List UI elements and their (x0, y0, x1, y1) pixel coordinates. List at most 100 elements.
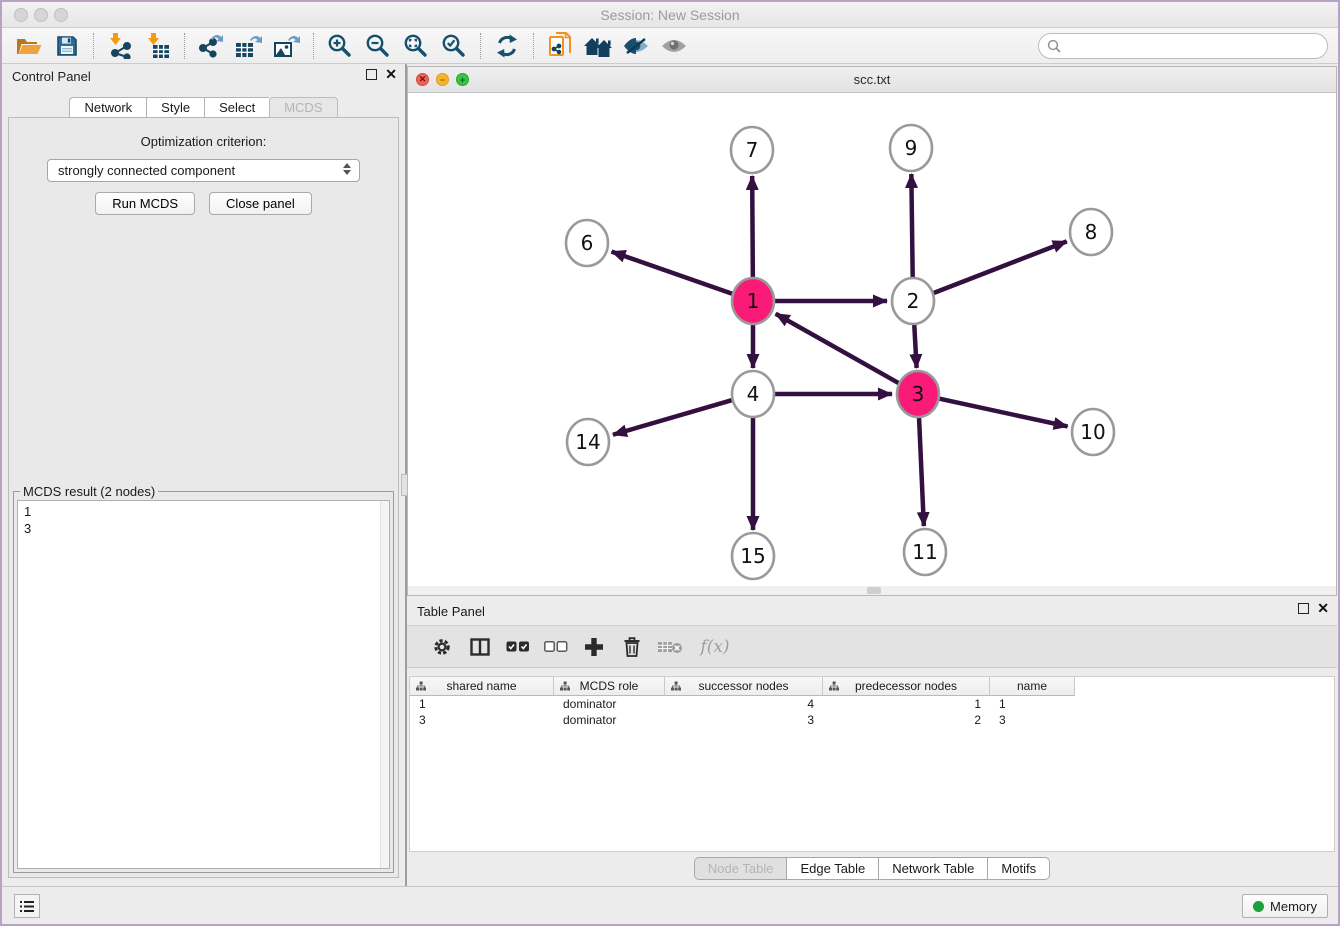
column-header-shared-name[interactable]: shared name (410, 677, 554, 696)
export-table-icon[interactable] (230, 31, 268, 61)
tab-network-table[interactable]: Network Table (878, 857, 987, 880)
edge-3-11[interactable] (919, 413, 924, 526)
column-header-successor-nodes[interactable]: successor nodes (665, 677, 823, 696)
import-table-icon[interactable] (139, 31, 177, 61)
node-label-9: 9 (905, 136, 918, 160)
edge-2-9[interactable] (911, 174, 912, 282)
run-mcds-button[interactable]: Run MCDS (95, 192, 195, 215)
network-window-title: scc.txt (408, 72, 1336, 87)
zoom-fit-icon[interactable] (397, 31, 435, 61)
table-settings-icon[interactable] (423, 631, 461, 663)
search-icon (1047, 39, 1061, 53)
edge-1-6[interactable] (612, 252, 736, 295)
node-label-4: 4 (747, 382, 760, 406)
edge-2-3[interactable] (914, 320, 917, 368)
refresh-view-icon[interactable] (488, 31, 526, 61)
deselect-all-checkboxes-icon[interactable] (537, 631, 575, 663)
edge-1-7[interactable] (752, 176, 753, 282)
import-network-icon[interactable] (101, 31, 139, 61)
add-column-icon[interactable] (575, 631, 613, 663)
edge-4-14[interactable] (613, 399, 735, 434)
table-panel-float-icon[interactable] (1298, 603, 1309, 614)
export-image-icon[interactable] (268, 31, 306, 61)
toolbar-separator (480, 33, 481, 59)
tab-network[interactable]: Network (69, 97, 146, 118)
zoom-out-icon[interactable] (359, 31, 397, 61)
network-canvas[interactable]: 7968124314101511 (408, 94, 1336, 586)
mcds-panel: Optimization criterion: strongly connect… (8, 117, 399, 878)
delete-column-icon[interactable] (613, 631, 651, 663)
close-panel-button[interactable]: Close panel (209, 192, 312, 215)
table-row[interactable]: 1dominator411 (410, 696, 1334, 712)
column-label: shared name (446, 679, 516, 693)
optimization-criterion-label: Optimization criterion: (9, 134, 398, 149)
mcds-result-box: MCDS result (2 nodes) 1 3 (13, 491, 394, 873)
optimization-criterion-select[interactable]: strongly connected component (47, 159, 360, 182)
edge-2-8[interactable] (931, 241, 1067, 294)
show-all-icon[interactable] (655, 31, 693, 61)
node-label-14: 14 (575, 430, 600, 454)
control-panel-close-icon[interactable]: ✕ (385, 69, 397, 80)
column-header-predecessor-nodes[interactable]: predecessor nodes (823, 677, 990, 696)
clone-network-icon[interactable] (541, 31, 579, 61)
column-label: MCDS role (580, 679, 639, 693)
table-panel: Table Panel ✕ (407, 598, 1337, 886)
result-scrollbar[interactable] (380, 501, 389, 868)
task-history-button[interactable] (14, 894, 40, 918)
window-titlebar: Session: New Session (2, 2, 1338, 28)
node-label-15: 15 (740, 544, 765, 568)
toolbar-separator (313, 33, 314, 59)
home-icon[interactable] (579, 31, 617, 61)
search-input[interactable] (1066, 36, 1327, 56)
toolbar-separator (184, 33, 185, 59)
cell-predecessor-nodes: 2 (823, 712, 990, 728)
node-label-2: 2 (907, 289, 920, 313)
network-view-window: ✕ − + scc.txt 7968124314101511 (407, 66, 1337, 596)
table-header-row: shared name MCDS role successor nodesprede… (410, 677, 1334, 696)
cell-MCDS-role: dominator (554, 712, 665, 728)
export-network-icon[interactable] (192, 31, 230, 61)
cell-shared-name: 1 (410, 696, 554, 712)
control-panel-float-icon[interactable] (366, 69, 377, 80)
zoom-in-icon[interactable] (321, 31, 359, 61)
column-header-name[interactable]: name (990, 677, 1075, 696)
tab-style[interactable]: Style (146, 97, 204, 118)
edge-3-1[interactable] (776, 314, 902, 385)
save-session-icon[interactable] (48, 31, 86, 61)
application-window: Session: New Session (0, 0, 1340, 926)
tab-edge-table[interactable]: Edge Table (786, 857, 878, 880)
hide-selected-icon[interactable] (617, 31, 655, 61)
tab-node-table[interactable]: Node Table (694, 857, 787, 880)
cell-predecessor-nodes: 1 (823, 696, 990, 712)
function-builder-icon[interactable]: f(x) (689, 631, 741, 663)
memory-status-icon (1253, 901, 1264, 912)
split-view-icon[interactable] (461, 631, 499, 663)
right-area: ✕ − + scc.txt 7968124314101511 (407, 64, 1338, 886)
cell-MCDS-role: dominator (554, 696, 665, 712)
node-label-1: 1 (747, 289, 760, 313)
node-label-7: 7 (746, 138, 759, 162)
node-label-10: 10 (1080, 420, 1105, 444)
select-all-checkboxes-icon[interactable] (499, 631, 537, 663)
control-panel-title: Control Panel (12, 69, 91, 84)
delete-table-icon[interactable] (651, 631, 689, 663)
tab-motifs[interactable]: Motifs (987, 857, 1050, 880)
open-file-icon[interactable] (10, 31, 48, 61)
memory-button[interactable]: Memory (1242, 894, 1328, 918)
zoom-selected-icon[interactable] (435, 31, 473, 61)
network-hscroll-handle[interactable] (867, 587, 881, 594)
control-panel: Control Panel ✕ NetworkStyleSelectMCDS O… (2, 64, 405, 886)
table-panel-close-icon[interactable]: ✕ (1317, 603, 1329, 614)
column-type-icon (560, 681, 570, 691)
column-header-MCDS-role[interactable]: MCDS role (554, 677, 665, 696)
mcds-result-text[interactable]: 1 3 (17, 500, 390, 869)
cell-successor-nodes: 3 (665, 712, 823, 728)
node-label-11: 11 (912, 540, 937, 564)
tab-mcds[interactable]: MCDS (269, 97, 337, 118)
network-window-titlebar: ✕ − + scc.txt (408, 67, 1336, 93)
tab-select[interactable]: Select (204, 97, 269, 118)
memory-label: Memory (1270, 899, 1317, 914)
edge-3-10[interactable] (937, 398, 1068, 426)
table-body: 1dominator4113dominator323 (410, 696, 1334, 728)
table-row[interactable]: 3dominator323 (410, 712, 1334, 728)
